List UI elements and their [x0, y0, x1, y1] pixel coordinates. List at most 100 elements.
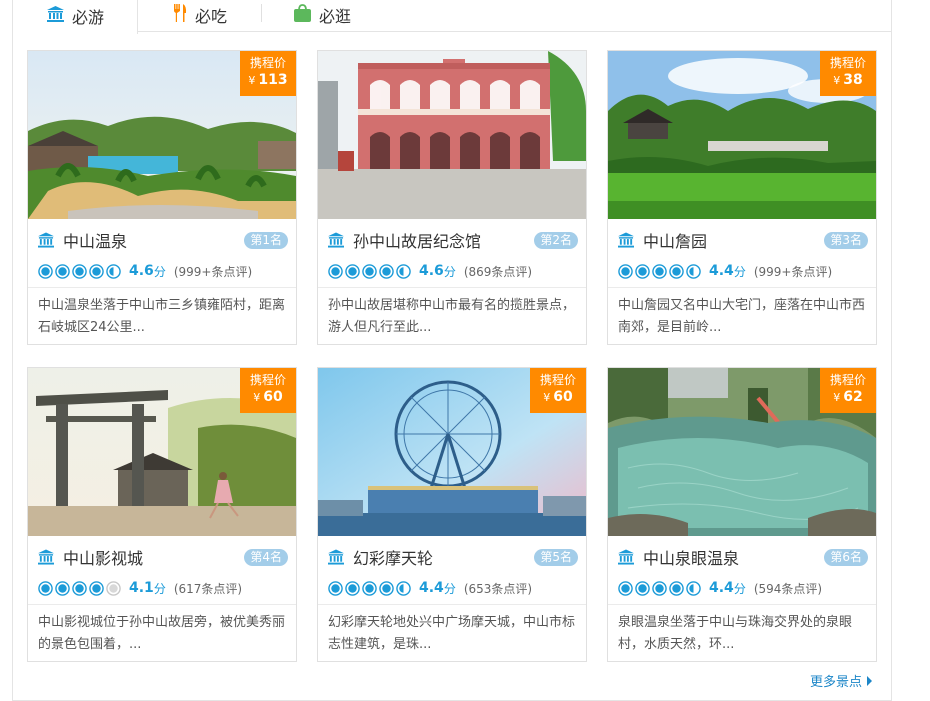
price-label: 携程价: [829, 56, 866, 70]
rank-badge: 第4名: [244, 549, 288, 566]
price-value: 60: [553, 389, 573, 405]
score-unit: 分: [443, 581, 456, 596]
rating-score: 4.6: [419, 263, 444, 279]
rating-dot-icon: [379, 580, 394, 596]
attraction-description: 泉眼温泉坐落于中山与珠海交界处的泉眼村，水质天然，环...: [618, 615, 853, 652]
caret-right-icon: [867, 675, 873, 686]
rank-badge: 第6名: [824, 549, 868, 566]
rating-dot-icon: [345, 580, 360, 596]
divider: [318, 604, 586, 605]
review-count[interactable]: (653条点评): [464, 580, 532, 597]
attraction-photo[interactable]: 携程价 ¥60: [318, 368, 586, 536]
tab-must-visit[interactable]: 必游: [13, 0, 138, 34]
rating-row: 4.1 分 (617条点评): [38, 578, 242, 598]
rating-dot-icon: [635, 580, 650, 596]
rating-dot-icon: [89, 263, 104, 279]
rating-dot-icon: [652, 263, 667, 279]
tab-must-shop[interactable]: 必逛: [294, 0, 351, 32]
rating-dot-icon: [669, 580, 684, 596]
price-value: 113: [258, 72, 288, 88]
attraction-name[interactable]: 中山泉眼温泉: [643, 545, 739, 569]
review-count[interactable]: (617条点评): [174, 580, 242, 597]
tab-separator: [261, 4, 262, 22]
attraction-description: 中山温泉坐落于中山市三乡镇雍陌村，距离石岐城区24公里...: [38, 298, 286, 335]
rank-badge: 第3名: [824, 232, 868, 249]
rating-row: 4.4 分 (594条点评): [618, 578, 822, 598]
divider: [608, 287, 876, 288]
attraction-card[interactable]: 携程价 ¥62 中山泉眼温泉 第6名 4.4 分 (594条点评) 泉眼温泉坐落于…: [607, 367, 877, 662]
rating-dot-icon: [686, 263, 701, 279]
review-count[interactable]: (999+条点评): [174, 263, 252, 280]
attraction-card[interactable]: 孙中山故居纪念馆 第2名 4.6 分 (869条点评) 孙中山故居堪称中山市最有名…: [317, 50, 587, 345]
attraction-name[interactable]: 中山詹园: [643, 228, 707, 252]
price-label: 携程价: [829, 373, 866, 387]
review-count[interactable]: (869条点评): [464, 263, 532, 280]
review-count[interactable]: (999+条点评): [754, 263, 832, 280]
rating-dot-icon: [328, 580, 343, 596]
rating-row: 4.6 分 (999+条点评): [38, 261, 252, 281]
currency-symbol: ¥: [248, 74, 256, 87]
attraction-name[interactable]: 孙中山故居纪念馆: [353, 228, 481, 252]
rating-score: 4.4: [709, 263, 734, 279]
attraction-description: 中山詹园又名中山大宅门，座落在中山市西南郊，是目前岭...: [618, 298, 866, 335]
rating-dot-icon: [652, 580, 667, 596]
rank-badge: 第5名: [534, 549, 578, 566]
rating-dots: [618, 263, 703, 279]
attraction-photo[interactable]: 携程价 ¥38: [608, 51, 876, 219]
attraction-photo[interactable]: 携程价 ¥113: [28, 51, 296, 219]
score-unit: 分: [153, 264, 166, 279]
museum-icon: [47, 6, 64, 26]
rating-row: 4.6 分 (869条点评): [328, 261, 532, 281]
currency-symbol: ¥: [543, 391, 551, 404]
more-attractions-link[interactable]: 更多景点: [810, 671, 873, 690]
price-value: 62: [843, 389, 863, 405]
divider: [28, 604, 296, 605]
review-count[interactable]: (594条点评): [754, 580, 822, 597]
rating-dot-icon: [38, 580, 53, 596]
price-label: 携程价: [249, 373, 286, 387]
rating-dot-icon: [618, 580, 633, 596]
rating-dot-icon: [89, 580, 104, 596]
attraction-photo[interactable]: 携程价 ¥62: [608, 368, 876, 536]
tab-must-eat[interactable]: 必吃: [173, 0, 227, 32]
attraction-icon: [38, 232, 54, 248]
rating-dot-icon: [345, 263, 360, 279]
attraction-card[interactable]: 携程价 ¥60 幻彩摩天轮 第5名 4.4 分 (653条点评) 幻彩摩天轮地处兴…: [317, 367, 587, 662]
currency-symbol: ¥: [833, 391, 841, 404]
rating-dot-icon: [362, 580, 377, 596]
rating-dot-icon: [55, 263, 70, 279]
rating-dot-icon: [72, 263, 87, 279]
attraction-icon: [328, 232, 344, 248]
rating-dot-icon: [55, 580, 70, 596]
attraction-name[interactable]: 中山影视城: [63, 545, 143, 569]
price-label: 携程价: [539, 373, 576, 387]
attraction-name[interactable]: 幻彩摩天轮: [353, 545, 433, 569]
attraction-description: 中山影视城位于孙中山故居旁，被优美秀丽的景色包围着，...: [38, 615, 286, 652]
rating-dot-icon: [635, 263, 650, 279]
attraction-photo[interactable]: 携程价 ¥60: [28, 368, 296, 536]
attraction-icon: [618, 232, 634, 248]
more-link-label[interactable]: 更多景点: [810, 671, 862, 690]
attraction-card[interactable]: 携程价 ¥60 中山影视城 第4名 4.1 分 (617条点评) 中山影视城位于孙…: [27, 367, 297, 662]
rating-dots: [618, 580, 703, 596]
score-unit: 分: [443, 264, 456, 279]
rating-dots: [38, 580, 123, 596]
price-tag: 携程价 ¥60: [240, 368, 296, 413]
rating-score: 4.4: [419, 580, 444, 596]
attraction-card[interactable]: 携程价 ¥38 中山詹园 第3名 4.4 分 (999+条点评) 中山詹园又名中山…: [607, 50, 877, 345]
attraction-name[interactable]: 中山温泉: [63, 228, 127, 252]
score-unit: 分: [733, 264, 746, 279]
attraction-photo[interactable]: [318, 51, 586, 219]
attraction-card[interactable]: 携程价 ¥113 中山温泉 第1名 4.6 分 (999+条点评) 中山温泉坐落于…: [27, 50, 297, 345]
price-value: 60: [263, 389, 283, 405]
rating-dot-icon: [38, 263, 53, 279]
rating-dots: [328, 263, 413, 279]
currency-symbol: ¥: [253, 391, 261, 404]
rating-score: 4.1: [129, 580, 154, 596]
rating-dot-icon: [379, 263, 394, 279]
rating-dot-icon: [106, 580, 121, 596]
rating-dot-icon: [396, 580, 411, 596]
shopping-bag-icon: [294, 4, 311, 26]
rating-dot-icon: [72, 580, 87, 596]
tab-label: 必吃: [195, 7, 228, 26]
